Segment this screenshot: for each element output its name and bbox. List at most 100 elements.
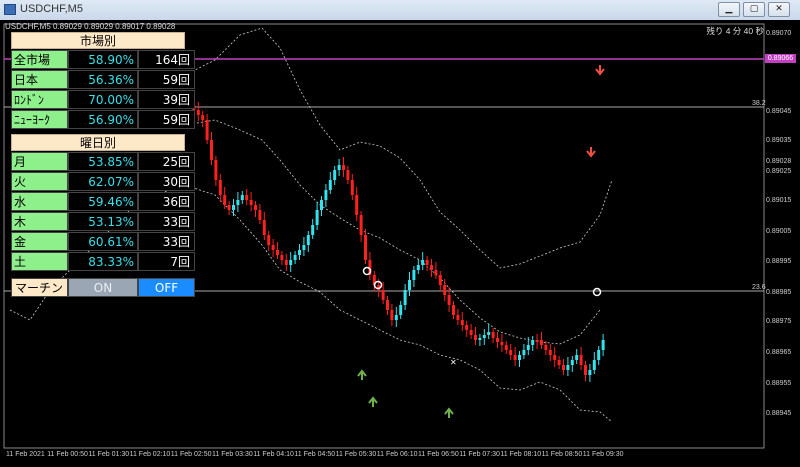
market-name: ﾆｭｰﾖｰｸ: [11, 110, 68, 129]
bear-candle: [284, 260, 288, 265]
bear-candle: [562, 365, 565, 370]
market-win-rate: 70.00%: [68, 90, 138, 109]
time-label: 11 Feb 00:50: [47, 451, 88, 458]
bear-candle: [201, 115, 205, 120]
candle-timer: 残り 4 分 40 秒: [706, 26, 764, 36]
weekday-win-rate: 59.46%: [68, 192, 138, 211]
bull-candle: [240, 195, 244, 200]
chart-window-icon: [4, 4, 16, 15]
weekday-name: 水: [11, 192, 68, 211]
price-label: 0.88945: [766, 410, 792, 417]
market-row: ﾆｭｰﾖｰｸ 56.90% 59回: [11, 110, 195, 130]
bull-candle: [522, 350, 526, 355]
bear-candle: [205, 120, 209, 140]
bull-candle: [236, 200, 240, 205]
weekday-row: 火 62.07% 30回: [11, 172, 195, 192]
bear-candle: [364, 235, 367, 260]
bear-candle: [258, 210, 262, 220]
price-label: 0.89005: [766, 228, 792, 235]
market-name: 全市場: [11, 50, 68, 69]
bear-candle: [381, 290, 385, 300]
bull-candle: [311, 225, 315, 235]
price-label: 0.89070: [766, 30, 792, 37]
price-label: 0.89028: [766, 158, 792, 165]
weekday-name: 土: [11, 252, 68, 271]
bear-candle: [214, 160, 218, 180]
bear-candle: [434, 270, 438, 275]
bear-candle: [350, 180, 354, 195]
bear-candle: [496, 338, 499, 342]
weekday-win-rate: 53.85%: [68, 152, 138, 171]
weekday-win-rate: 62.07%: [68, 172, 138, 191]
weekday-name: 月: [11, 152, 68, 171]
bear-candle: [548, 350, 552, 355]
bull-candle: [289, 260, 293, 265]
bear-candle: [386, 300, 389, 310]
bull-candle: [412, 270, 416, 280]
time-label: 11 Feb 09:30: [582, 451, 624, 458]
bear-candle: [447, 295, 451, 305]
market-header: 市場別: [11, 32, 185, 49]
bear-candle: [456, 315, 460, 320]
price-label: 0.89015: [766, 197, 792, 204]
bear-candle: [218, 180, 222, 195]
bull-candle: [487, 332, 491, 335]
bear-candle: [500, 342, 504, 345]
bull-candle: [293, 255, 297, 260]
martingale-label: マーチン: [11, 278, 68, 297]
cross-marker: ✕: [450, 358, 457, 367]
bear-candle: [254, 205, 257, 210]
weekday-name: 木: [11, 212, 68, 231]
weekday-row: 土 83.33% 7回: [11, 252, 195, 272]
bull-candle: [526, 345, 530, 350]
bull-candle: [566, 365, 570, 370]
martingale-off-button[interactable]: OFF: [138, 278, 195, 297]
time-label: 11 Feb 07:30: [459, 451, 500, 458]
minimize-button[interactable]: ▁: [718, 2, 740, 17]
market-count: 39回: [138, 90, 195, 109]
time-label: 11 Feb 02:10: [129, 451, 171, 458]
bull-candle: [408, 280, 411, 290]
bull-candle: [416, 265, 420, 270]
signal-circle-3: [592, 287, 602, 297]
time-label: 11 Feb 06:50: [418, 451, 459, 458]
bull-candle: [570, 360, 574, 365]
market-count: 164回: [138, 50, 195, 69]
bear-candle: [245, 195, 249, 200]
price-label: 0.89045: [766, 108, 792, 115]
candles-group: [192, 99, 605, 382]
time-label: 11 Feb 01:30: [88, 451, 130, 458]
bear-candle: [430, 265, 433, 270]
weekday-name: 火: [11, 172, 68, 191]
bear-candle: [355, 195, 359, 215]
bear-candle: [544, 345, 548, 350]
bear-candle: [249, 200, 253, 205]
fibo-level-label: 38.2: [752, 100, 766, 107]
bear-candle: [262, 220, 266, 235]
time-label: 11 Feb 08:50: [541, 451, 583, 458]
market-win-rate: 58.90%: [68, 50, 138, 69]
bear-candle: [579, 355, 583, 365]
bear-candle: [504, 345, 508, 350]
bear-candle: [359, 215, 363, 235]
time-label: 11 Feb 02:50: [170, 451, 212, 458]
time-label: 11 Feb 2021: [6, 451, 45, 458]
time-label: 11 Feb 05:30: [335, 451, 377, 458]
weekday-name: 金: [11, 232, 68, 251]
weekday-row: 木 53.13% 33回: [11, 212, 195, 232]
bear-candle: [223, 195, 227, 205]
weekday-count: 36回: [138, 192, 195, 211]
bull-candle: [306, 235, 310, 245]
martingale-on-button[interactable]: ON: [68, 278, 138, 297]
market-win-rate: 56.90%: [68, 110, 138, 129]
market-row: 日本 56.36% 59回: [11, 70, 195, 90]
bull-candle: [482, 335, 486, 338]
price-label: 0.88995: [766, 258, 792, 265]
close-button[interactable]: ✕: [768, 2, 790, 17]
weekday-row: 水 59.46% 36回: [11, 192, 195, 212]
bull-candle: [531, 340, 535, 345]
bull-candle: [328, 180, 332, 190]
maximize-button[interactable]: ▢: [743, 2, 765, 17]
weekday-row: 月 53.85% 25回: [11, 152, 195, 172]
bear-candle: [196, 110, 200, 115]
